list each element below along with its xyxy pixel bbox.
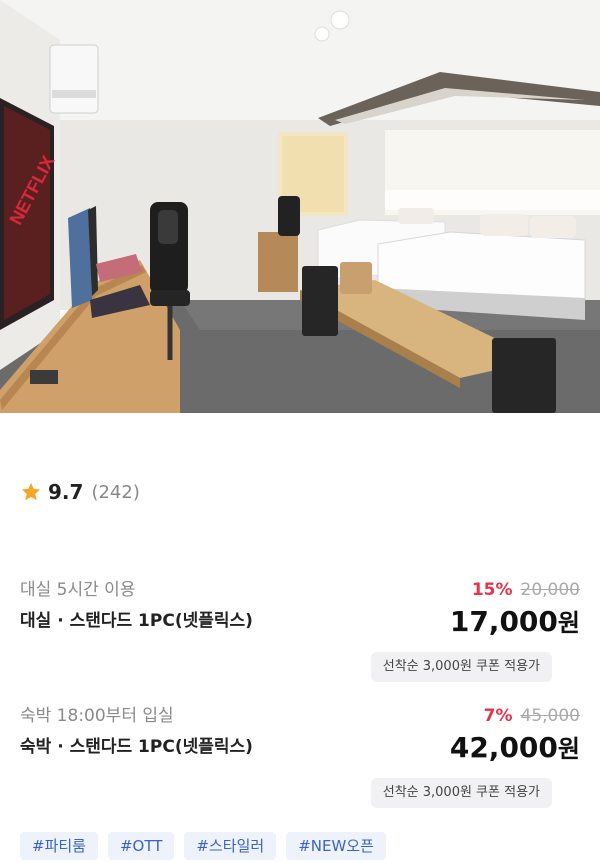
price-currency: 원 — [557, 609, 580, 637]
room-photo[interactable]: NETFLIX — [0, 0, 600, 413]
price-value: 17,000 — [449, 605, 558, 638]
price-currency: 원 — [557, 735, 580, 763]
tag-styler[interactable]: #스타일러 — [184, 832, 277, 860]
coupon-badge[interactable]: 선착순 3,000원 쿠폰 적용가 — [370, 652, 552, 682]
sale-price: 17,000원 — [450, 604, 580, 640]
tag-ott[interactable]: #OTT — [107, 832, 175, 860]
rating-score: 9.7 — [48, 480, 84, 504]
rating[interactable]: 9.7 (242) — [20, 478, 140, 506]
review-count[interactable]: (242) — [91, 482, 139, 503]
star-icon — [21, 482, 41, 501]
sale-price: 42,000원 — [450, 730, 580, 766]
original-price: 20,000 — [520, 580, 580, 600]
tag-party-room[interactable]: #파티룸 — [20, 832, 98, 860]
discount-line: 15% 20,000 — [472, 578, 580, 602]
discount-percent: 7% — [483, 706, 513, 726]
original-price: 45,000 — [520, 706, 580, 726]
discount-percent: 15% — [471, 580, 513, 600]
tag-new-open[interactable]: #NEW오픈 — [286, 832, 386, 860]
discount-line: 7% 45,000 — [484, 704, 580, 728]
coupon-badge[interactable]: 선착순 3,000원 쿠폰 적용가 — [370, 778, 552, 808]
tag-list: #파티룸 #OTT #스타일러 #NEW오픈 — [20, 832, 386, 860]
price-value: 42,000 — [449, 731, 558, 764]
